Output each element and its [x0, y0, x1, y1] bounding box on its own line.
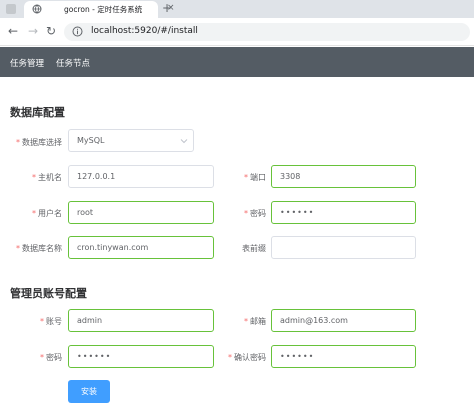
new-tab-button[interactable]: + [162, 1, 172, 15]
port-label: * 端口 [220, 172, 266, 183]
username-label: * 用户名 [12, 208, 62, 219]
required-mark: * [32, 173, 36, 182]
admin-section-title: 管理员账号配置 [10, 287, 87, 300]
required-mark: * [40, 317, 44, 326]
db-type-label-text: 数据库选择 [22, 138, 62, 147]
tab-title: gocron - 定时任务系统 [64, 5, 143, 14]
required-mark: * [32, 209, 36, 218]
db-name-label: * 数据库名称 [6, 243, 62, 254]
confirm-password-label: * 确认密码 [216, 352, 266, 363]
admin-password-label-text: 密码 [46, 353, 62, 362]
back-arrow-icon[interactable]: ← [8, 24, 18, 38]
nav-item-task-nodes[interactable]: 任务节点 [56, 57, 90, 69]
browser-tab[interactable]: gocron - 定时任务系统 × [24, 1, 175, 18]
required-mark: * [16, 244, 20, 253]
confirm-password-input[interactable] [271, 345, 416, 368]
required-mark: * [244, 209, 248, 218]
db-type-label: * 数据库选择 [12, 137, 62, 148]
port-input[interactable] [271, 165, 416, 188]
username-input[interactable] [68, 201, 214, 224]
required-mark: * [228, 353, 232, 362]
forward-arrow-icon[interactable]: → [28, 24, 38, 38]
app-nav-bar: 任务管理 任务节点 [0, 47, 474, 77]
globe-icon [32, 4, 42, 14]
required-mark: * [40, 353, 44, 362]
db-name-input[interactable] [68, 236, 214, 259]
reload-icon[interactable]: ↻ [46, 24, 56, 38]
host-label: * 主机名 [12, 172, 62, 183]
browser-toolbar: ← → ↻ localhost:5920/#/install [0, 18, 474, 46]
db-password-label: * 密码 [220, 208, 266, 219]
account-input[interactable] [68, 309, 214, 332]
db-password-input[interactable] [271, 201, 416, 224]
db-password-label-text: 密码 [250, 209, 266, 218]
install-button[interactable]: 安装 [68, 380, 110, 403]
email-label: * 邮箱 [220, 316, 266, 327]
admin-password-input[interactable] [68, 345, 214, 368]
username-label-text: 用户名 [38, 209, 62, 218]
info-icon[interactable] [72, 26, 83, 37]
nav-item-task-management[interactable]: 任务管理 [10, 57, 44, 69]
chevron-down-icon [180, 139, 188, 144]
host-label-text: 主机名 [38, 173, 62, 182]
db-type-select[interactable] [68, 129, 194, 152]
required-mark: * [244, 317, 248, 326]
tab-search-icon[interactable] [5, 3, 17, 15]
database-section-title: 数据库配置 [10, 106, 65, 119]
host-input[interactable] [68, 165, 214, 188]
email-input[interactable] [271, 309, 416, 332]
browser-tab-strip: gocron - 定时任务系统 × + [0, 0, 474, 18]
account-label: * 账号 [12, 316, 62, 327]
address-bar[interactable]: localhost:5920/#/install [64, 23, 470, 41]
account-label-text: 账号 [46, 317, 62, 326]
table-prefix-label: 表前缀 [242, 244, 266, 253]
db-name-label-text: 数据库名称 [22, 244, 62, 253]
confirm-password-label-text: 确认密码 [234, 353, 266, 362]
admin-password-label: * 密码 [12, 352, 62, 363]
port-label-text: 端口 [250, 173, 266, 182]
email-label-text: 邮箱 [250, 317, 266, 326]
required-mark: * [16, 138, 20, 147]
table-prefix-input[interactable] [271, 236, 416, 259]
required-mark: * [244, 173, 248, 182]
address-url: localhost:5920/#/install [91, 26, 198, 36]
